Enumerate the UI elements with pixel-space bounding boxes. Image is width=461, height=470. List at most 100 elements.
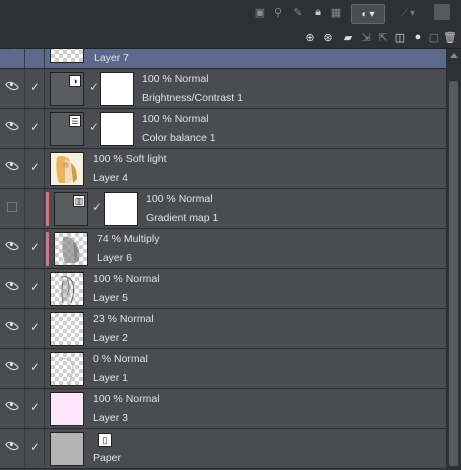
blend-mode-label: 100 % Normal: [93, 273, 160, 285]
blend-mode-select[interactable]: ◐ ▾: [351, 4, 385, 24]
apply-mask-icon[interactable]: ●: [412, 31, 424, 43]
camera-icon[interactable]: ▢: [428, 31, 440, 44]
eye-icon[interactable]: [4, 438, 20, 454]
layer-name: Layer 1: [93, 372, 129, 384]
layer-row[interactable]: ✓ ◑ ✓ 100 % Normal Brightness/Contrast 1: [0, 69, 446, 109]
visibility-column: [0, 189, 25, 228]
visibility-toggle[interactable]: [7, 202, 17, 212]
blend-mode-label: 100 % Normal: [93, 393, 160, 405]
eye-icon[interactable]: [4, 358, 20, 374]
eye-icon[interactable]: [4, 78, 20, 94]
artwork-thumbnail: [62, 236, 80, 263]
pen-icon[interactable]: ✎: [30, 49, 40, 51]
layer-name: Layer 4: [93, 172, 129, 184]
create-mask-icon[interactable]: ◫: [394, 31, 406, 44]
layer-row[interactable]: ✓ 0 % Normal Layer 1: [0, 349, 446, 389]
mask-thumbnail: [100, 72, 134, 106]
layer-thumbnail: [50, 432, 84, 466]
visibility-column: [0, 389, 25, 428]
layer-thumbnail: ☰: [50, 112, 84, 146]
vertical-scrollbar[interactable]: [446, 49, 461, 470]
eye-icon[interactable]: [4, 278, 20, 294]
blend-mode-icon: ◐: [361, 8, 368, 20]
checkmark-icon[interactable]: ✓: [30, 121, 40, 133]
checkmark-icon[interactable]: ✓: [30, 321, 40, 333]
layer-row[interactable]: ✎ Layer 7: [0, 49, 446, 69]
lock-icon[interactable]: 🔒︎: [312, 6, 324, 18]
edit-target-column: ✎: [24, 49, 45, 68]
eye-icon[interactable]: [4, 118, 20, 134]
layer-row[interactable]: ✓ 100 % Normal Layer 3: [0, 389, 446, 429]
blend-mode-label: 0 % Normal: [93, 353, 148, 365]
visibility-column: [0, 109, 25, 148]
layer-row[interactable]: ▥ ✓ 100 % Normal Gradient map 1: [0, 189, 446, 229]
edit-target-column: ✓: [24, 109, 45, 148]
checkmark-icon[interactable]: ✓: [30, 81, 40, 93]
blend-mode-label: 100 % Normal: [142, 113, 209, 125]
merge-layer-icon[interactable]: ⇱: [377, 31, 389, 44]
checkmark-icon[interactable]: ✓: [30, 361, 40, 373]
layer-row[interactable]: ✓ 23 % Normal Layer 2: [0, 309, 446, 349]
layer-thumbnail: [50, 392, 84, 426]
blend-mode-label: 74 % Multiply: [97, 233, 160, 245]
new-vector-layer-icon[interactable]: ⊛: [322, 31, 334, 44]
visibility-column: [0, 69, 25, 108]
edit-target-column: ✓: [24, 389, 45, 428]
checkmark-icon[interactable]: ✓: [30, 441, 40, 453]
artwork-thumbnail: [60, 358, 74, 384]
eye-icon[interactable]: [4, 49, 20, 53]
layer-thumbnail: [50, 49, 84, 63]
mask-thumbnail: [104, 192, 138, 226]
layer-color-swatch[interactable]: [434, 4, 450, 20]
checkmark-icon[interactable]: ✓: [30, 241, 40, 253]
layer-row[interactable]: ✓ 74 % Multiply Layer 6: [0, 229, 446, 269]
scrollbar-thumb[interactable]: [449, 81, 458, 466]
layer-name: Layer 3: [93, 412, 129, 424]
layer-name: Layer 6: [97, 252, 133, 264]
layer-name: Gradient map 1: [146, 212, 219, 224]
checkmark-icon[interactable]: ✓: [30, 161, 40, 173]
layer-list: ✎ Layer 7 ✓ ◑ ✓ 100 % Normal Brightness/…: [0, 49, 446, 470]
visibility-column: [0, 49, 25, 68]
draft-layer-icon[interactable]: ✎: [292, 6, 304, 19]
layer-name: Layer 7: [94, 52, 130, 64]
eye-icon[interactable]: [4, 318, 20, 334]
clipping-indicator: [46, 232, 49, 266]
blend-mode-label: 100 % Soft light: [93, 153, 167, 165]
new-raster-layer-icon[interactable]: ⊕: [304, 31, 316, 44]
layer-name: Brightness/Contrast 1: [142, 92, 243, 104]
layer-thumbnail: ◑: [50, 72, 84, 106]
transfer-to-lower-layer-icon[interactable]: ⇲: [360, 31, 372, 44]
edit-target-column: ✓: [24, 349, 45, 388]
paper-icon: ▯: [98, 433, 112, 447]
color-balance-icon: ☰: [69, 115, 81, 127]
artwork-thumbnail: [56, 155, 77, 183]
eye-icon[interactable]: [4, 158, 20, 174]
layer-row[interactable]: ✓ 100 % Soft light Layer 4: [0, 149, 446, 189]
edit-target-column: [24, 189, 45, 228]
new-folder-icon[interactable]: ▰: [342, 31, 354, 44]
layer-name: Layer 2: [93, 332, 129, 344]
layer-thumbnail: ▥: [54, 192, 88, 226]
layer-row[interactable]: ✓ 100 % Normal Layer 5: [0, 269, 446, 309]
scroll-up-icon[interactable]: [450, 53, 458, 58]
chevron-down-icon: ▾: [369, 8, 375, 20]
eye-icon[interactable]: [4, 238, 20, 254]
layer-row[interactable]: ✓ ▯ Paper: [0, 429, 446, 469]
visibility-column: [0, 309, 25, 348]
checkmark-icon[interactable]: ✓: [30, 281, 40, 293]
reference-layer-icon[interactable]: ⚲: [272, 6, 284, 19]
artwork-thumbnail: [60, 276, 75, 304]
checkmark-icon[interactable]: ✓: [30, 401, 40, 413]
clipping-indicator: [46, 192, 49, 226]
layer-action-toolbar: ⊕ ⊛ ▰ ⇲ ⇱ ◫ ● ▢ 🗑︎: [0, 26, 461, 69]
layer-row[interactable]: ✓ ☰ ✓ 100 % Normal Color balance 1: [0, 109, 446, 149]
clip-to-layer-below-icon[interactable]: ▣: [254, 6, 266, 19]
eye-icon[interactable]: [4, 398, 20, 414]
layer-thumbnail: [50, 152, 84, 186]
lock-transparent-icon[interactable]: ▦: [330, 6, 342, 19]
blend-mode-label: 23 % Normal: [93, 313, 154, 325]
visibility-column: [0, 229, 25, 268]
delete-layer-icon[interactable]: 🗑︎: [443, 31, 457, 44]
opacity-select[interactable]: ⟋ ▾: [392, 4, 424, 22]
